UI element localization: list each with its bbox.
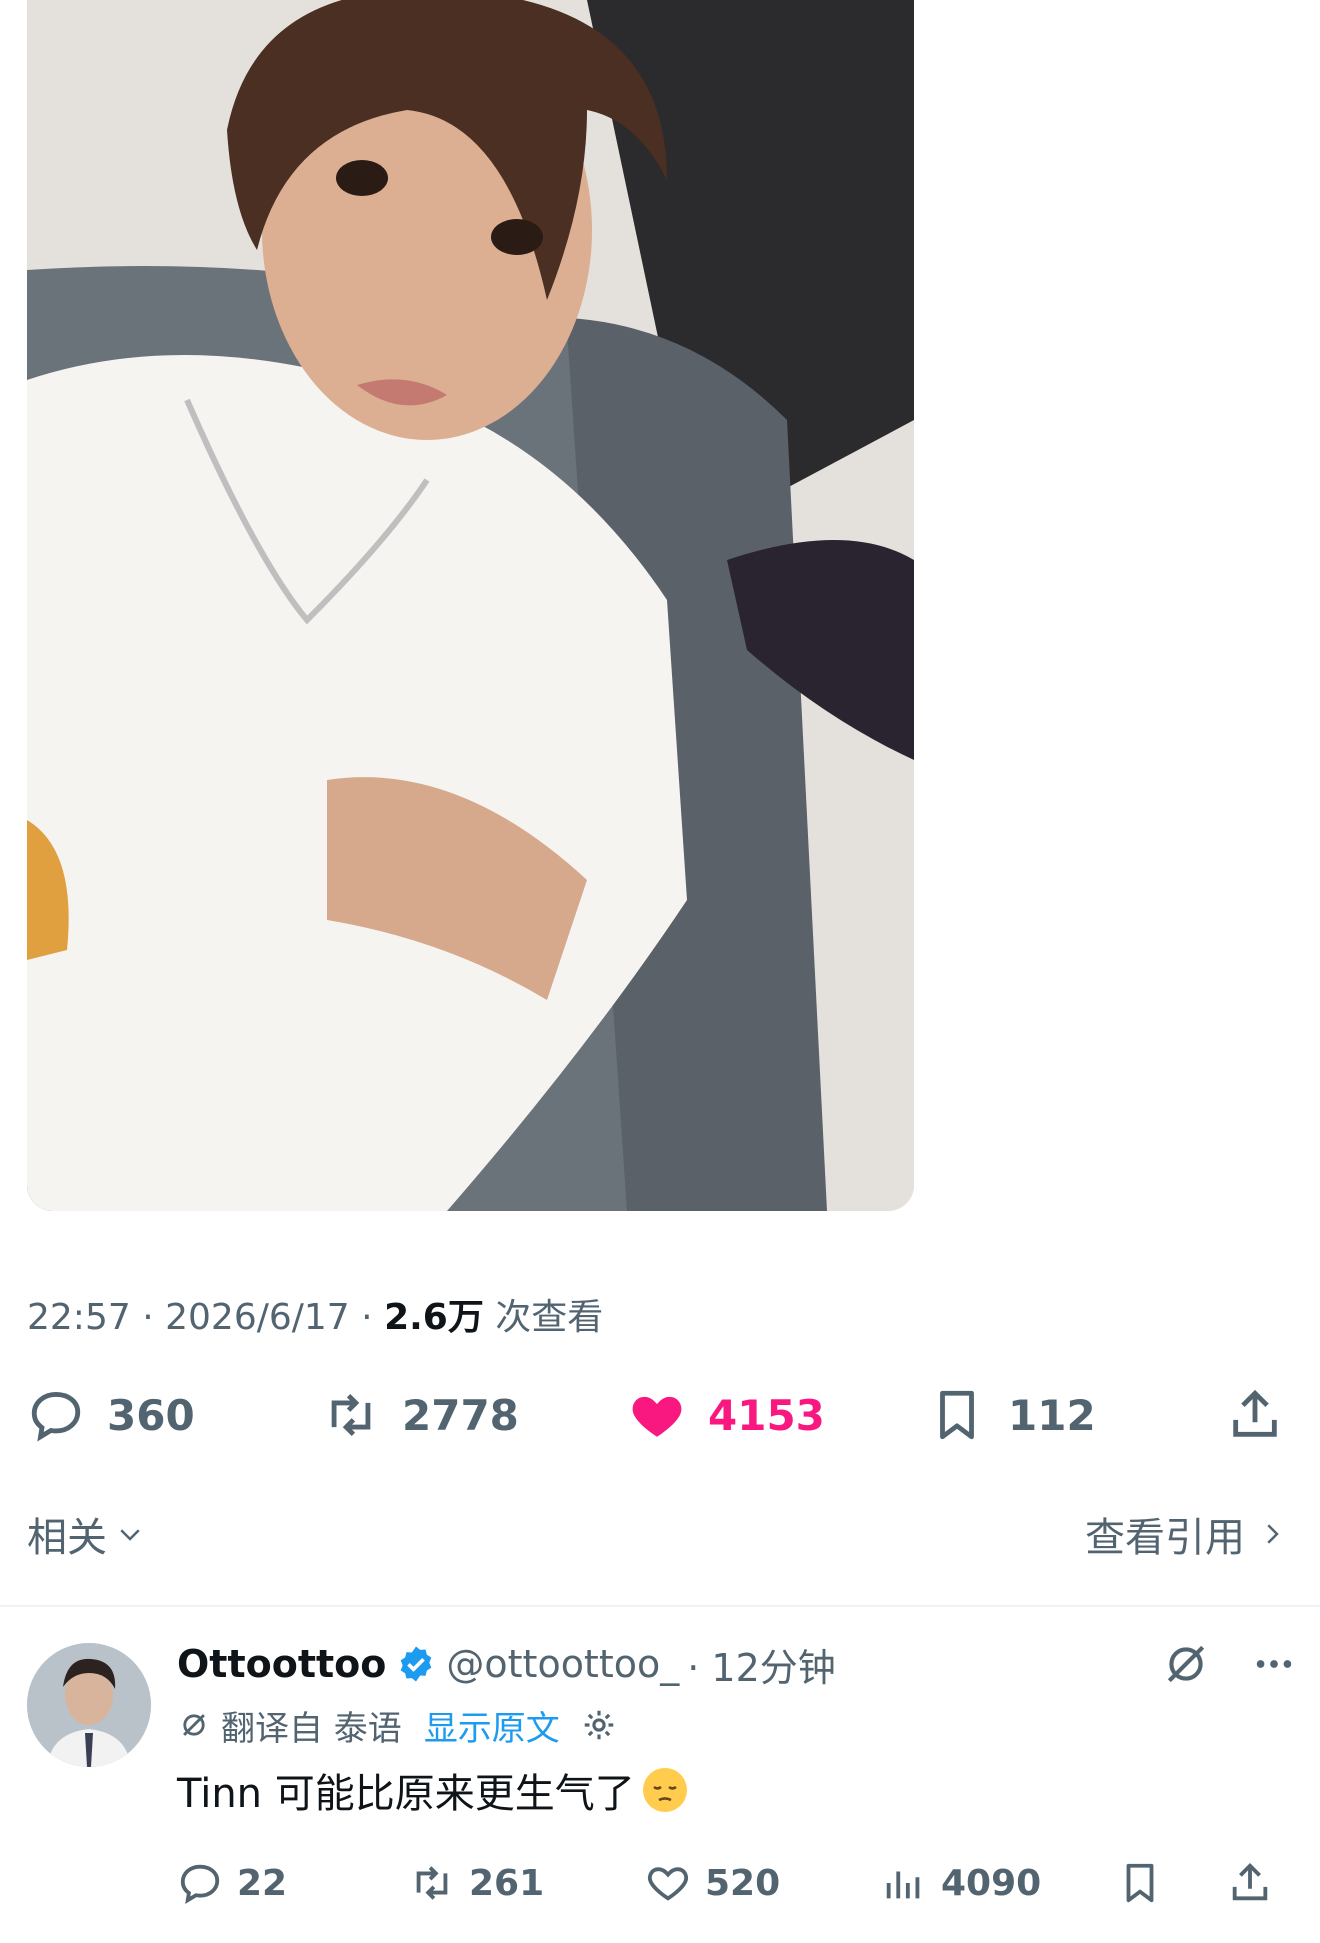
reply-tweet[interactable]: Ottoottoo @ottoottoo_ · 12分钟 翻译自 泰语 显示原文… [177, 1635, 1297, 1905]
views-count: 2.6万 [384, 1297, 484, 1338]
reply-time: · 12分钟 [687, 1645, 836, 1690]
reply-bookmark-button[interactable] [1117, 1853, 1163, 1913]
like-count: 4153 [708, 1390, 825, 1440]
show-original-link[interactable]: 显示原文 [424, 1701, 560, 1750]
reply-views-count: 4090 [941, 1862, 1042, 1904]
reply-count: 360 [107, 1390, 195, 1440]
translation-row: 翻译自 泰语 显示原文 [177, 1699, 1297, 1751]
verified-badge-icon [401, 1646, 432, 1682]
reply-views-button[interactable]: 4090 [881, 1853, 1041, 1913]
translate-icon [183, 1714, 205, 1736]
meta-separator: · [142, 1297, 154, 1338]
reply-reply-count: 22 [237, 1862, 288, 1904]
reply-like-button[interactable]: 520 [645, 1853, 780, 1913]
avatar[interactable] [27, 1643, 151, 1767]
retweet-icon [416, 1866, 448, 1900]
divider [0, 1605, 1320, 1607]
reply-text: Tinn 可能比原来更生气了 [177, 1771, 635, 1817]
retweet-button[interactable]: 2778 [322, 1380, 519, 1450]
bookmark-button[interactable]: 112 [928, 1380, 1096, 1450]
retweet-count: 2778 [402, 1390, 519, 1440]
reply-like-count: 520 [705, 1862, 781, 1904]
pensive-emoji [642, 1768, 687, 1812]
tweet-photo[interactable] [27, 0, 914, 1211]
analytics-icon [886, 1871, 920, 1899]
tweet-date: 2026/6/17 [165, 1297, 350, 1338]
heart-outline-icon [647, 1867, 689, 1901]
view-quotes-label: 查看引用 [1085, 1515, 1245, 1561]
share-icon [1232, 1863, 1268, 1901]
reply-tools [1161, 1635, 1297, 1693]
reply-author-handle[interactable]: @ottoottoo_ [446, 1642, 679, 1686]
tweet-action-bar: 360 2778 4153 112 [0, 1380, 1320, 1450]
related-label: 相关 [27, 1515, 107, 1561]
view-quotes-link[interactable]: 查看引用 [1085, 1505, 1287, 1563]
reply-button[interactable]: 360 [27, 1380, 195, 1450]
bookmark-count: 112 [1008, 1390, 1096, 1440]
like-button[interactable]: 4153 [628, 1380, 825, 1450]
photo-illustration [27, 0, 914, 1211]
share-button[interactable] [1226, 1380, 1284, 1450]
reply-retweet-count: 261 [469, 1862, 545, 1904]
chevron-down-icon [120, 1529, 140, 1541]
reply-author-name[interactable]: Ottoottoo [177, 1642, 386, 1686]
bookmark-icon [940, 1390, 974, 1440]
reply-icon [31, 1392, 81, 1442]
gear-icon[interactable] [580, 1706, 618, 1744]
tweet-time: 22:57 [27, 1297, 131, 1338]
bookmark-icon [1126, 1863, 1154, 1903]
reply-action-bar: 22 261 520 4090 [177, 1853, 1297, 1913]
reply-retweet-button[interactable]: 261 [409, 1853, 544, 1913]
translated-from-label: 翻译自 泰语 [221, 1708, 402, 1749]
reply-text-row: Tinn 可能比原来更生气了 [177, 1761, 1297, 1819]
reply-reply-button[interactable]: 22 [177, 1853, 287, 1913]
meta-separator: · [361, 1297, 373, 1338]
views-label: 次查看 [495, 1297, 604, 1338]
related-row: 相关 查看引用 [27, 1505, 1287, 1561]
heart-filled-icon [632, 1396, 682, 1437]
tweet-meta: 22:57 · 2026/6/17 · 2.6万 次查看 [27, 1288, 603, 1340]
avatar-image [27, 1643, 151, 1767]
retweet-icon [331, 1393, 371, 1437]
share-icon [1233, 1389, 1277, 1437]
grok-icon[interactable] [1161, 1639, 1211, 1689]
chevron-right-icon [1267, 1524, 1279, 1544]
reply-header: Ottoottoo @ottoottoo_ · 12分钟 [177, 1635, 1297, 1693]
reply-icon [180, 1864, 220, 1905]
reply-share-button[interactable] [1227, 1853, 1273, 1913]
related-dropdown[interactable]: 相关 [27, 1505, 145, 1563]
more-icon[interactable] [1251, 1641, 1297, 1687]
